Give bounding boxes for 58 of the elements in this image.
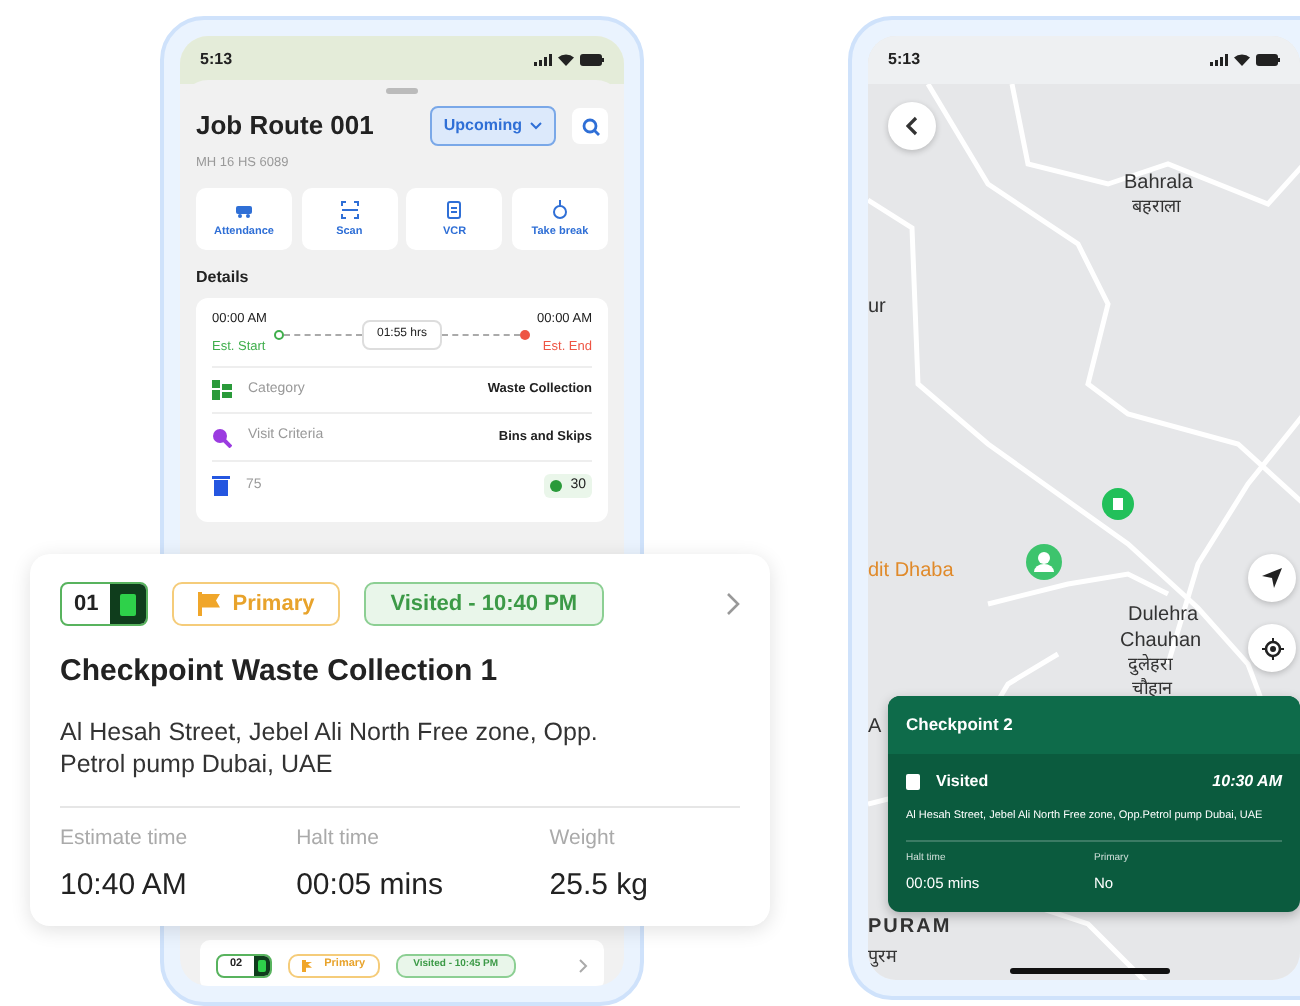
battery-icon [1256, 54, 1280, 66]
navigation-arrow-icon [1262, 568, 1282, 588]
chevron-right-icon [578, 957, 588, 973]
primary-tag: Primary [172, 582, 341, 626]
checkpoint-card[interactable]: 01 Primary Visited - 10:40 PM Checkpoint Waste Collection 1 Al Hesah Street, Jebel Ali North Free zone, Opp. Petrol pump Dubai, UAE Estimate time 10:40 AM Halt time 00:05 mins Weight 25.5 kg [30, 554, 770, 926]
map-label: A [868, 716, 882, 738]
flag-icon [302, 959, 315, 971]
bin-marker-icon [1102, 488, 1134, 520]
map-label: चौहान [1132, 680, 1172, 700]
start-dot-icon [274, 329, 285, 339]
status-time: 5:13 [200, 48, 233, 72]
stat-value: 10:40 AM [60, 866, 189, 906]
map-label: पुरम [868, 948, 896, 968]
crosshair-icon [1261, 637, 1283, 659]
signal-icon [1210, 54, 1228, 66]
map-label: Chauhan [1120, 630, 1202, 652]
stat-value: 25.5 kg [549, 866, 650, 906]
map-label: PURAM [868, 916, 952, 938]
section-heading: Details [196, 266, 251, 291]
chevron-right-icon [726, 592, 740, 616]
stat-value: 00:05 mins [296, 866, 445, 906]
scan-icon [339, 199, 360, 220]
map-label: बहराला [1132, 198, 1180, 218]
search-button[interactable] [572, 108, 608, 144]
checkpoint-address: Al Hesah Street, Jebel Ali North Free zone, Opp. Petrol pump Dubai, UAE [60, 715, 600, 783]
checkpoint-title: Checkpoint Waste Collection 1 [60, 652, 500, 692]
category-icon [212, 380, 232, 400]
back-button[interactable] [888, 102, 936, 150]
person-marker-icon [1026, 544, 1062, 580]
stat-label: Halt time [296, 824, 382, 855]
battery-icon [580, 54, 604, 66]
search-icon [581, 117, 599, 135]
caret-icon [530, 122, 542, 130]
map-label: ur [868, 296, 886, 318]
end-dot-icon [519, 329, 530, 339]
map-label: dit Dhaba [868, 560, 954, 582]
signal-icon [534, 54, 552, 66]
checkpoint-number: 01 [60, 582, 149, 626]
visit-status: Visited - 10:40 PM [364, 582, 604, 626]
stat-label: Weight [549, 824, 617, 855]
status-dropdown[interactable]: Upcoming [429, 106, 556, 146]
key-icon [212, 427, 232, 447]
map-label: Bahrala [1124, 172, 1193, 194]
clipboard-icon [444, 199, 465, 220]
map-label: Dulehra [1128, 604, 1199, 626]
status-time: 5:13 [888, 48, 921, 72]
popup-title: Checkpoint 2 [888, 696, 1300, 754]
navigate-button[interactable] [1248, 554, 1296, 602]
map-label: दुलेहरा [1128, 656, 1172, 676]
wifi-icon [1234, 54, 1250, 66]
locate-button[interactable] [1248, 624, 1296, 672]
drag-handle [386, 88, 418, 94]
visit-status: Visited [936, 769, 989, 794]
stat-label: Estimate time [60, 824, 190, 855]
wifi-icon [558, 54, 574, 66]
route-title: Job Route 001 [196, 108, 374, 144]
flag-icon [198, 592, 223, 616]
visit-time: 10:30 AM [1212, 769, 1282, 794]
